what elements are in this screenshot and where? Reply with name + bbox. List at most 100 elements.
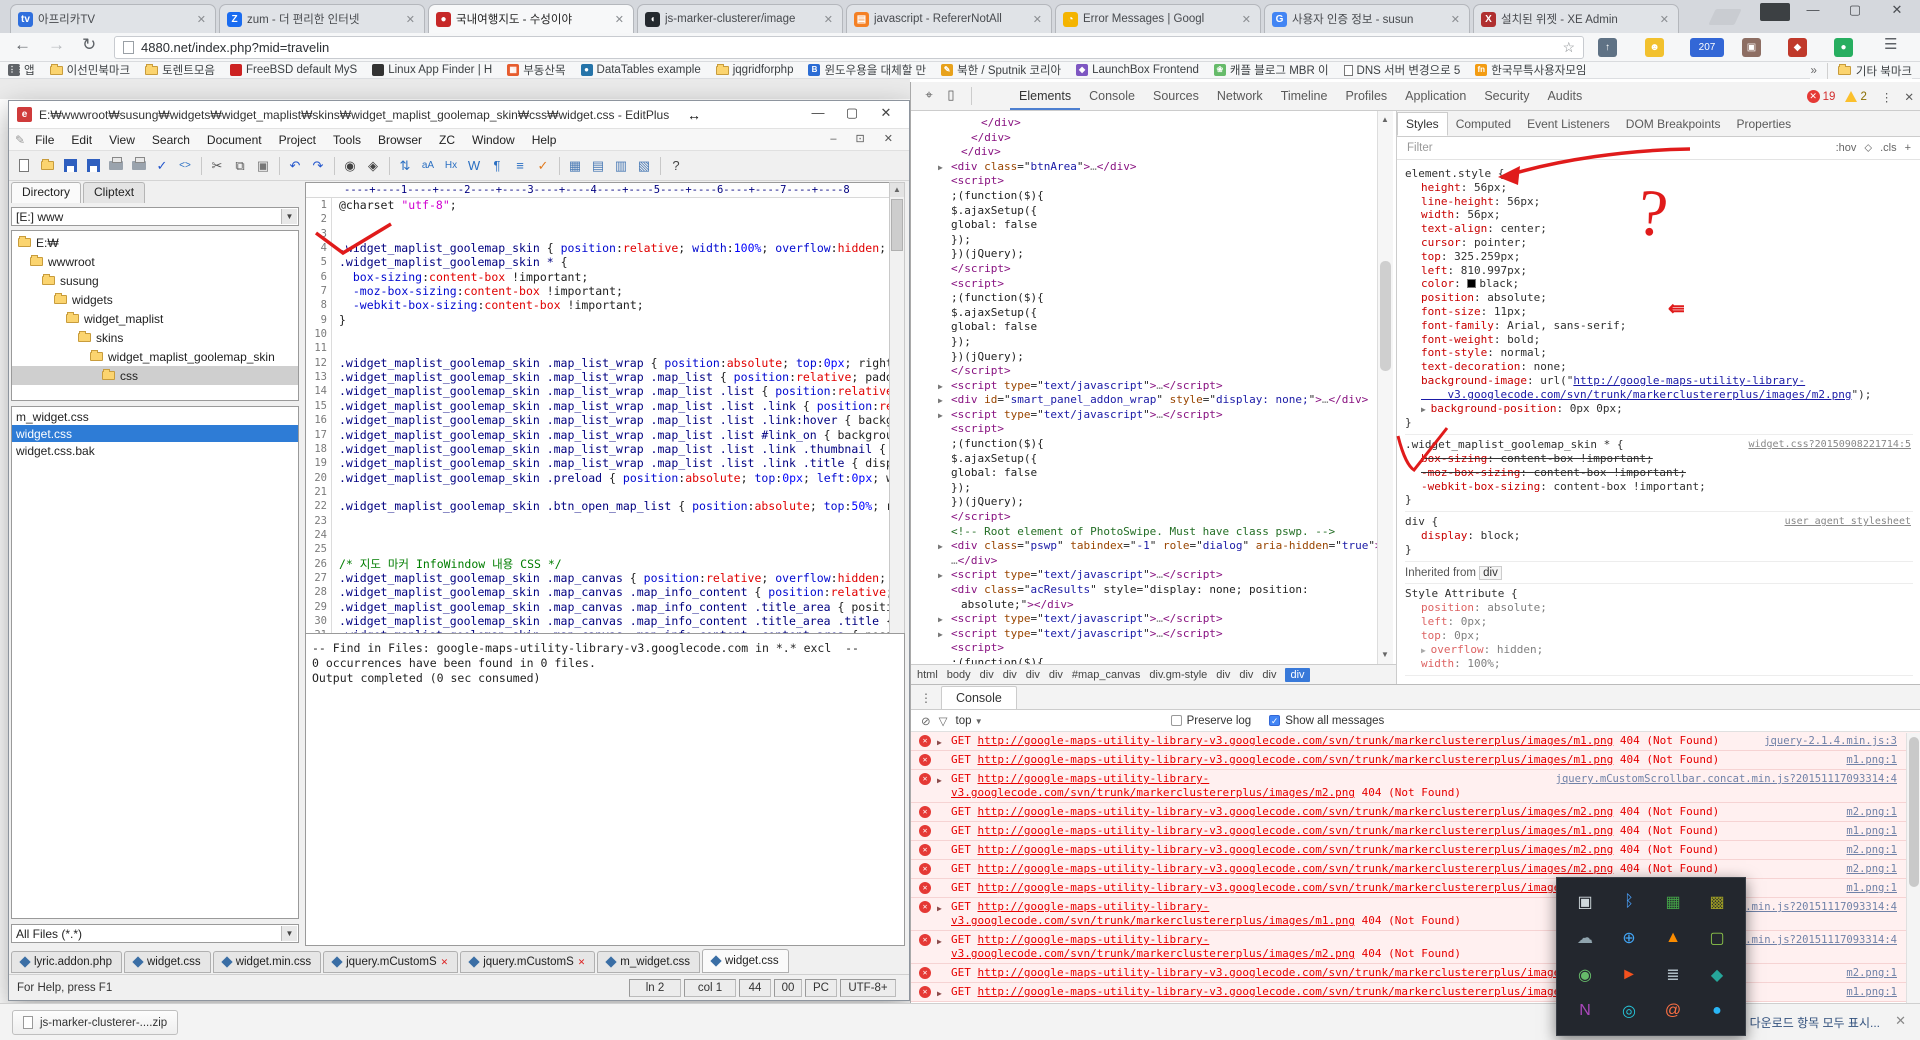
tab-close-icon[interactable]: ✕ [1240,13,1253,26]
element-node-27[interactable]: })(jQuery); [911,495,1396,510]
console-error-row-1[interactable]: ✕▶GET http://google-maps-utility-library… [911,732,1920,751]
code-line-28[interactable]: 28.widget_maplist_goolemap_skin .map_can… [306,585,889,599]
redo-icon[interactable]: ↷ [307,155,329,177]
source-location-link[interactable]: m1.png:1 [1846,753,1897,767]
save-icon[interactable] [59,155,81,177]
code-line-19[interactable]: 19.widget_maplist_goolemap_skin .map_lis… [306,456,889,470]
bookmarks-overflow-chevron[interactable]: » [1810,65,1816,77]
bookmark-item-14[interactable]: fn한국무특사용자모임 [1475,62,1586,78]
window-maximize-button[interactable]: ▢ [1838,2,1872,18]
error-url-link[interactable]: v3.googlecode.com/svn/trunk/markercluste… [951,786,1355,799]
tab-directory[interactable]: Directory [11,182,81,203]
devtools-tab-application[interactable]: Application [1396,83,1475,110]
browser-tab-7[interactable]: G사용자 인증 정보 - susun✕ [1264,4,1470,33]
breadcrumb-2[interactable]: div [980,669,994,681]
bookmark-item-3[interactable]: 토렌트모음 [145,62,215,78]
style-property-cursor[interactable]: cursor: pointer; [1405,236,1913,250]
element-node-17[interactable]: })(jQuery); [911,350,1396,365]
error-url-link[interactable]: http://google-maps-utility-library- [978,933,1210,946]
copy-icon[interactable]: ⧉ [229,155,251,177]
breadcrumb-9[interactable]: div [1239,669,1253,681]
file-tab-widget.css[interactable]: widget.css [702,949,789,973]
bookmark-item-12[interactable]: ❀캐플 블로그 MBR 이 [1214,62,1329,78]
element-node-28[interactable]: </script> [911,510,1396,525]
source-location-link[interactable]: m1.png:1 [1846,881,1897,895]
style-rule-0[interactable]: element.style {height: 56px;line-height:… [1405,164,1913,435]
breadcrumb-8[interactable]: div [1216,669,1230,681]
style-rule-2[interactable]: user agent stylesheetdiv {display: block… [1405,512,1913,561]
close-icon[interactable]: ✕ [441,957,449,968]
tab-close-icon[interactable]: ✕ [822,13,835,26]
file-filter-dropdown[interactable]: All Files (*.*) ▼ [11,924,299,943]
menu-help[interactable]: Help [532,133,557,147]
element-node-31[interactable]: …</div> [911,554,1396,569]
print-preview-icon[interactable] [105,155,127,177]
error-url-link[interactable]: v3.googlecode.com/svn/trunk/markercluste… [951,914,1355,927]
tray-icon-signal[interactable]: ≣ [1666,965,1679,985]
expand-arrow-icon[interactable]: ▶ [937,902,942,916]
find-in-files-icon[interactable]: ◈ [362,155,384,177]
devtools-tab-profiles[interactable]: Profiles [1336,83,1396,110]
style-property-top[interactable]: top: 0px; [1405,629,1913,643]
show-all-downloads-link[interactable]: 다운로드 항목 모두 표시... [1750,1014,1880,1031]
element-node-32[interactable]: ▶<script type="text/javascript">…</scrip… [911,568,1396,583]
color-swatch[interactable] [1467,279,1476,288]
bookmark-item-2[interactable]: 이선민북마크 [50,62,130,78]
code-line-27[interactable]: 27.widget_maplist_goolemap_skin .map_can… [306,571,889,585]
toggle-hover-state[interactable]: :hov [1836,142,1857,154]
code-line-29[interactable]: 29.widget_maplist_goolemap_skin .map_can… [306,600,889,614]
browser-tab-8[interactable]: X설치된 위젯 - XE Admin✕ [1473,4,1679,33]
code-line-6[interactable]: 6 box-sizing:content-box !important; [306,270,889,284]
extension-icon-3[interactable]: ▣ [1742,38,1761,57]
browser-tab-1[interactable]: tv아프리카TV✕ [10,4,216,33]
code-line-9[interactable]: 9} [306,313,889,327]
undo-icon[interactable]: ↶ [284,155,306,177]
tray-icon-n-app[interactable]: N [1579,1002,1591,1020]
sidebar-tab-properties[interactable]: Properties [1728,113,1799,135]
filter-funnel-icon[interactable]: ▽ [939,714,948,728]
source-location-link[interactable]: m2.png:1 [1846,862,1897,876]
console-error-row-12[interactable]: ✕▶GET http://google-maps-utility-library… [911,983,1920,1002]
breadcrumb-10[interactable]: div [1262,669,1276,681]
tree-node-css[interactable]: css [12,366,298,385]
tray-icon-grid[interactable]: ▩ [1709,892,1724,912]
error-url-link[interactable]: http://google-maps-utility-library-v3.go… [978,985,1614,998]
tab-close-icon[interactable]: ✕ [1658,13,1671,26]
execution-context-select[interactable]: top ▼ [956,715,983,727]
tray-icon-bluetooth[interactable]: ᛒ [1624,893,1634,911]
element-node-20[interactable]: ▶<div id="smart_panel_addon_wrap" style=… [911,393,1396,408]
error-url-link[interactable]: http://google-maps-utility-library-v3.go… [978,966,1614,979]
toggle-classes[interactable]: .cls [1880,142,1897,154]
forward-button[interactable]: → [48,35,65,55]
expand-arrow-icon[interactable]: ▶ [938,394,943,409]
tray-icon-package[interactable]: ▢ [1709,928,1724,948]
code-line-18[interactable]: 18.widget_maplist_goolemap_skin .map_lis… [306,442,889,456]
breadcrumb-5[interactable]: div [1049,669,1063,681]
error-url-link[interactable]: http://google-maps-utility-library-v3.go… [978,734,1614,747]
code-line-2[interactable]: 2 [306,212,889,226]
chevron-down-icon[interactable]: ▼ [281,209,297,224]
extension-icon-2[interactable]: ☻ [1645,38,1664,57]
tree-node-E[interactable]: E:₩ [12,233,298,252]
style-rule-1[interactable]: widget.css?20150908221714:5.widget_mapli… [1405,435,1913,512]
error-url-link[interactable]: http://google-maps-utility-library-v3.go… [978,843,1614,856]
sidebar-tab-event-listeners[interactable]: Event Listeners [1519,113,1618,135]
paste-icon[interactable]: ▣ [252,155,274,177]
element-node-33[interactable]: <div class="acResults" style="display: n… [911,583,1396,598]
scroll-up-icon[interactable]: ▲ [1378,113,1392,127]
elements-scrollbar[interactable]: ▲ ▼ [1377,111,1393,664]
code-line-25[interactable]: 25 [306,542,889,556]
show-all-messages-checkbox[interactable]: ✓Show all messages [1269,715,1384,727]
element-node-15[interactable]: global: false [911,320,1396,335]
tab-close-icon[interactable]: ✕ [1031,13,1044,26]
element-node-11[interactable]: </script> [911,262,1396,277]
tab-close-icon[interactable]: ✕ [404,13,417,26]
element-node-24[interactable]: $.ajaxSetup({ [911,452,1396,467]
code-line-17[interactable]: 17.widget_maplist_goolemap_skin .map_lis… [306,428,889,442]
spellcheck-icon[interactable]: ✓ [151,155,173,177]
clear-console-icon[interactable]: ⊘ [921,714,931,728]
new-document-icon[interactable] [13,155,35,177]
element-node-2[interactable]: </div> [911,131,1396,146]
devtools-tab-audits[interactable]: Audits [1538,83,1591,110]
style-attribute-rule[interactable]: Style Attribute {position: absolute;left… [1405,584,1913,676]
